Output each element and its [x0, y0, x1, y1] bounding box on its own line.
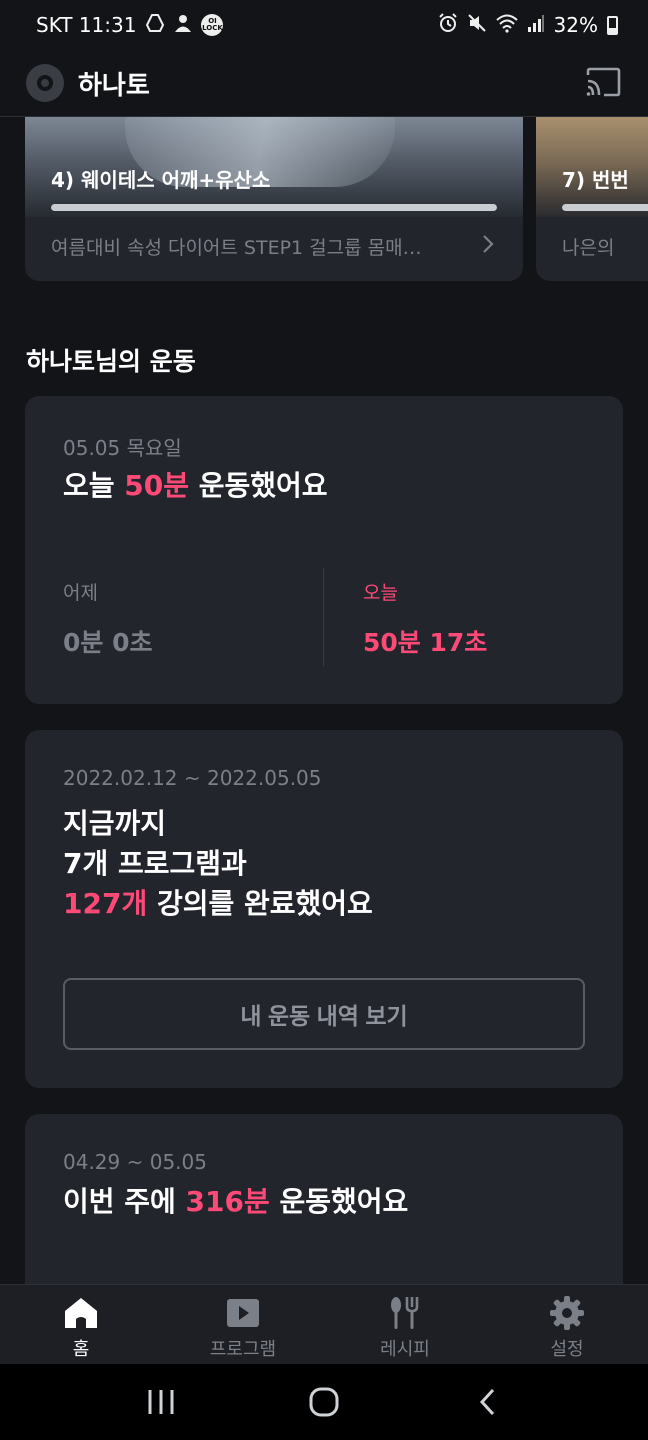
nav-label: 설정 [550, 1339, 584, 1360]
program-progress-bar [562, 204, 648, 211]
recents-icon[interactable] [141, 1382, 181, 1422]
card-headline: 이번 주에 316분 운동했어요 [63, 1182, 408, 1222]
stat-divider [323, 568, 324, 666]
today-workout-card: 05.05 목요일 오늘 50분 운동했어요 어제 0분 0초 오늘 50분 1… [25, 396, 623, 704]
program-subtitle: 여름대비 속성 다이어트 STEP1 걸그룹 몸매… [51, 237, 422, 259]
person-icon [174, 13, 192, 38]
nav-item-program[interactable]: 프로그램 [162, 1285, 324, 1365]
status-right: 32% [438, 12, 618, 38]
headline-line: 지금까지 [63, 807, 167, 840]
gear-icon [550, 1296, 584, 1330]
card-date-range: 04.29 ~ 05.05 [63, 1150, 207, 1174]
back-icon[interactable] [467, 1382, 507, 1422]
program-card[interactable]: 7) 번번 나은의 [536, 117, 648, 281]
program-progress-fill [562, 204, 648, 211]
battery-percent: 32% [553, 13, 598, 37]
status-bar: SKT 11:31 OI LOCK 32% [0, 0, 648, 50]
battery-fill [609, 27, 616, 33]
program-title: 4) 웨이테스 어깨+유산소 [51, 168, 271, 192]
system-nav-bar [0, 1364, 648, 1440]
yesterday-value: 0분 0초 [63, 628, 153, 657]
cast-icon[interactable] [584, 66, 622, 98]
wifi-icon [495, 13, 518, 38]
nav-item-recipe[interactable]: 레시피 [324, 1285, 486, 1365]
drive-icon [145, 13, 165, 38]
headline-accent: 316분 [185, 1185, 270, 1218]
app-logo-icon [26, 64, 64, 102]
program-progress-fill [51, 204, 497, 211]
app-header: 하나토 [0, 50, 648, 116]
headline-accent: 127개 [63, 887, 148, 920]
play-icon [227, 1299, 259, 1327]
card-headline: 지금까지 7개 프로그램과 127개 강의를 완료했어요 [63, 804, 373, 924]
today-label: 오늘 [363, 582, 398, 604]
carrier-time: SKT 11:31 [36, 13, 137, 37]
program-card[interactable]: 4) 웨이테스 어깨+유산소 여름대비 속성 다이어트 STEP1 걸그룹 몸매… [25, 117, 523, 281]
status-left: SKT 11:31 OI LOCK [36, 13, 224, 38]
card-date-range: 2022.02.12 ~ 2022.05.05 [63, 766, 322, 790]
ollock-icon: OI LOCK [201, 14, 224, 36]
program-title: 7) 번번 [562, 168, 629, 192]
yesterday-label: 어제 [63, 582, 98, 604]
home-icon [65, 1298, 97, 1328]
signal-icon [527, 13, 545, 38]
nav-label: 프로그램 [209, 1339, 277, 1360]
app-title: 하나토 [78, 70, 150, 101]
headline-accent: 50분 [124, 469, 190, 502]
headline-line: 7개 프로그램과 [63, 847, 247, 880]
headline-text: 강의를 완료했어요 [147, 887, 373, 920]
section-title: 하나토님의 운동 [26, 347, 196, 376]
nav-label: 홈 [72, 1339, 90, 1360]
today-value: 50분 17초 [363, 628, 488, 657]
utensils-icon [391, 1297, 419, 1329]
yesterday-stat: 어제 0분 0초 [63, 578, 153, 659]
headline-text: 이번 주에 [63, 1185, 186, 1218]
mute-icon [467, 13, 487, 38]
nav-item-settings[interactable]: 설정 [486, 1285, 648, 1365]
card-headline: 오늘 50분 운동했어요 [63, 466, 328, 506]
bottom-nav: 홈 프로그램 레시피 설정 [0, 1284, 648, 1365]
headline-line: 127개 강의를 완료했어요 [63, 884, 373, 924]
today-stat: 오늘 50분 17초 [363, 578, 487, 659]
program-progress-bar [51, 204, 497, 211]
total-summary-card: 2022.02.12 ~ 2022.05.05 지금까지 7개 프로그램과 12… [25, 730, 623, 1088]
headline-text: 오늘 [63, 469, 125, 502]
program-carousel[interactable]: 4) 웨이테스 어깨+유산소 여름대비 속성 다이어트 STEP1 걸그룹 몸매… [0, 117, 648, 283]
headline-text: 운동했어요 [269, 1185, 409, 1218]
home-circle-icon[interactable] [304, 1382, 344, 1422]
battery-icon [607, 15, 618, 35]
nav-label: 레시피 [380, 1339, 430, 1360]
card-date: 05.05 목요일 [63, 436, 182, 460]
program-subtitle: 나은의 [562, 237, 615, 259]
alarm-icon [438, 12, 458, 38]
nav-item-home[interactable]: 홈 [0, 1285, 162, 1365]
view-history-button[interactable]: 내 운동 내역 보기 [63, 978, 585, 1050]
headline-text: 운동했어요 [189, 469, 328, 502]
chevron-right-icon [481, 233, 495, 261]
